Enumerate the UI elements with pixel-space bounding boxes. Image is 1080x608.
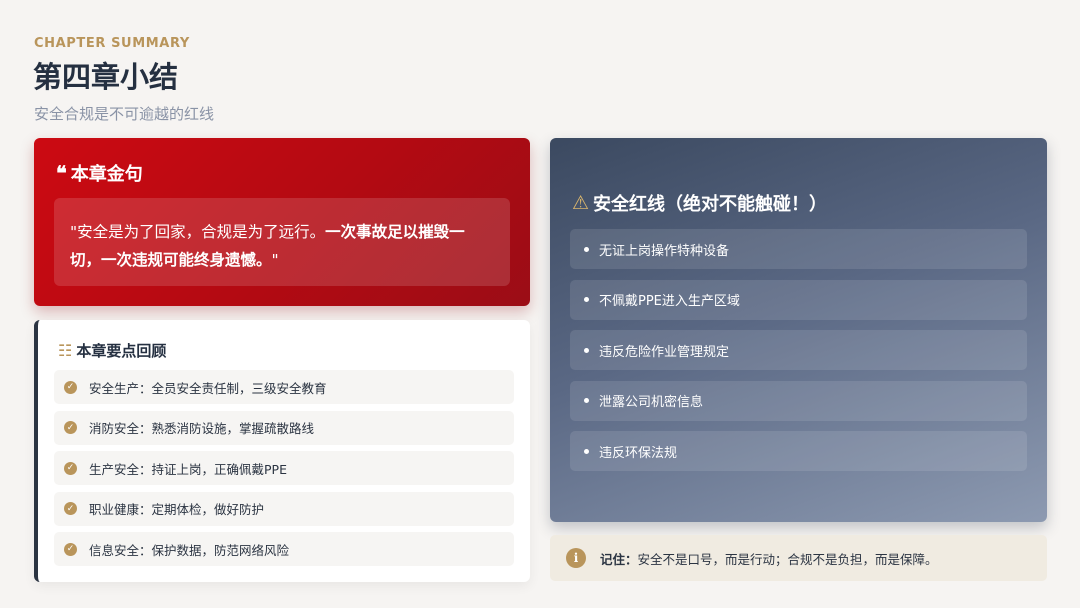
review-item: ✓ 消防安全：熟悉消防设施，掌握疏散路线 [54, 410, 514, 445]
quote-text: "安全是为了回家，合规是为了远行。一次事故足以摧毁一切，一次违规可能终身遗憾。" [54, 198, 510, 286]
bullet-dot-icon [584, 297, 589, 302]
redline-item: 泄露公司机密信息 [570, 380, 1027, 421]
info-icon: i [566, 548, 586, 568]
redline-item-label: 违反环保法规 [599, 445, 678, 461]
redline-item: 违反环保法规 [570, 431, 1027, 471]
review-item-label: 消防安全：熟悉消防设施，掌握疏散路线 [89, 421, 315, 436]
redline-heading-label: 安全红线（绝对不能触碰！） [593, 194, 828, 215]
redline-item-label: 不佩戴PPE进入生产区域 [599, 294, 740, 309]
chapter-kicker: CHAPTER SUMMARY [34, 36, 190, 51]
review-heading: ☷ 本章要点回顾 [58, 340, 166, 361]
redline-item: 违反危险作业管理规定 [570, 330, 1027, 370]
review-item-label: 信息安全：保护数据，防范网络风险 [89, 542, 290, 558]
quote-text-normal: "安全是为了回家，合规是为了远行。 [70, 223, 326, 241]
bullet-dot-icon [584, 246, 589, 252]
quote-text-end: " [271, 251, 279, 269]
redline-item-label: 违反危险作业管理规定 [599, 344, 730, 360]
bullet-dot-icon [584, 448, 589, 454]
review-heading-label: 本章要点回顾 [76, 342, 167, 360]
redline-heading: ⚠ 安全红线（绝对不能触碰！） [572, 190, 827, 216]
quote-heading: ❝ 本章金句 [56, 160, 143, 186]
quote-card: ❝ 本章金句 "安全是为了回家，合规是为了远行。一次事故足以摧毁一切，一次违规可… [34, 138, 530, 306]
review-item-label: 安全生产：全员安全责任制，三级安全教育 [89, 380, 327, 396]
check-circle-icon: ✓ [64, 380, 77, 394]
redline-item-label: 无证上岗操作特种设备 [599, 243, 730, 259]
list-check-icon: ☷ [58, 340, 73, 360]
review-list: ✓ 安全生产：全员安全责任制，三级安全教育 ✓ 消防安全：熟悉消防设施，掌握疏散… [54, 370, 514, 573]
review-item: ✓ 职业健康：定期体检，做好防护 [54, 491, 514, 526]
check-circle-icon: ✓ [64, 542, 77, 556]
remember-label: 记住： [600, 551, 638, 567]
review-item: ✓ 安全生产：全员安全责任制，三级安全教育 [54, 370, 514, 404]
quote-icon: ❝ [56, 161, 67, 185]
review-item-label: 职业健康：定期体检，做好防护 [89, 502, 265, 517]
page-subtitle: 安全合规是不可逾越的红线 [34, 105, 215, 123]
review-item: ✓ 信息安全：保护数据，防范网络风险 [54, 532, 514, 566]
bullet-dot-icon [584, 347, 589, 353]
review-card: ☷ 本章要点回顾 ✓ 安全生产：全员安全责任制，三级安全教育 ✓ 消防安全：熟悉… [34, 320, 530, 582]
warning-icon: ⚠ [572, 191, 590, 214]
review-item-label: 生产安全：持证上岗，正确佩戴PPE [89, 461, 287, 477]
quote-heading-label: 本章金句 [70, 164, 143, 185]
review-item: ✓ 生产安全：持证上岗，正确佩戴PPE [54, 451, 514, 485]
redline-item: 无证上岗操作特种设备 [570, 229, 1027, 269]
bullet-dot-icon [584, 398, 589, 403]
check-circle-icon: ✓ [64, 502, 77, 515]
remember-note: i 记住： 安全不是口号，而是行动；合规不是负担，而是保障。 [550, 535, 1047, 581]
remember-text: 安全不是口号，而是行动；合规不是负担，而是保障。 [637, 551, 938, 567]
check-circle-icon: ✓ [64, 421, 77, 434]
redline-item: 不佩戴PPE进入生产区域 [570, 279, 1027, 320]
redline-list: 无证上岗操作特种设备 不佩戴PPE进入生产区域 违反危险作业管理规定 泄露公司机… [570, 229, 1027, 482]
redline-item-label: 泄露公司机密信息 [599, 395, 704, 410]
page-title: 第四章小结 [33, 60, 179, 94]
check-circle-icon: ✓ [64, 461, 77, 475]
redline-card: ⚠ 安全红线（绝对不能触碰！） 无证上岗操作特种设备 不佩戴PPE进入生产区域 … [550, 138, 1047, 522]
